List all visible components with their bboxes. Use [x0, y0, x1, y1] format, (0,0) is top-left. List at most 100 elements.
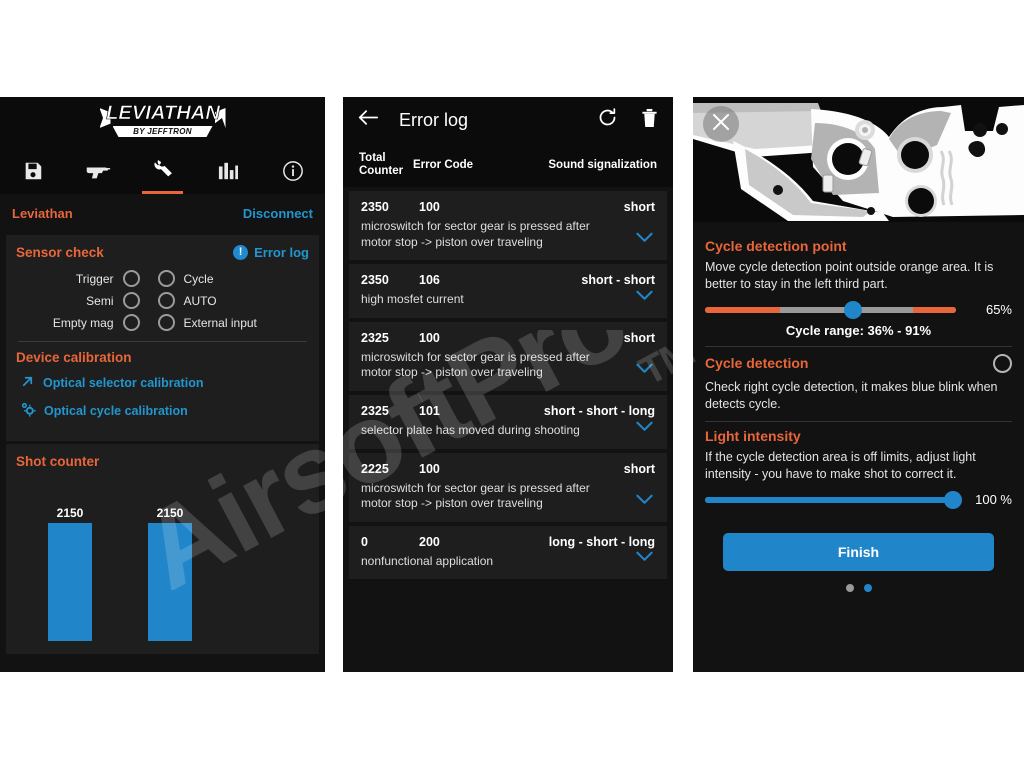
tab-bar — [0, 147, 325, 194]
cycle-detection-description: Check right cycle detection, it makes bl… — [705, 380, 998, 411]
sensor-indicator-external-input — [157, 314, 175, 331]
error-counter: 2350 — [361, 200, 389, 214]
error-log-row[interactable]: 2350 100 short microswitch for sector ge… — [349, 191, 667, 261]
refresh-icon[interactable] — [597, 107, 618, 133]
light-intensity-slider[interactable] — [705, 490, 963, 509]
app-screen-cycle-calibration: Cycle detection point Move cycle detecti… — [693, 97, 1024, 672]
page-title: Error log — [399, 109, 469, 130]
error-counter: 2225 — [361, 461, 389, 476]
chevron-down-icon[interactable] — [636, 549, 653, 567]
chart-bar — [148, 523, 192, 641]
error-description: selector plate has moved during shooting — [361, 422, 580, 437]
error-row-header: 0 200 long - short - long — [361, 535, 655, 549]
error-description: microswitch for sector gear is pressed a… — [361, 480, 590, 511]
device-name: Leviathan — [12, 205, 73, 221]
error-description: high mosfet current — [361, 292, 464, 307]
light-intensity-slider-thumb[interactable] — [944, 490, 963, 509]
chevron-down-icon[interactable] — [636, 361, 653, 379]
error-log-row[interactable]: 2225 100 short microswitch for sector ge… — [349, 452, 667, 522]
slider-zone-low — [705, 306, 781, 313]
light-intensity-slider-row: 100 % — [705, 490, 1012, 509]
device-status-row: Leviathan Disconnect — [0, 194, 325, 232]
screenshot-root: AirsoftPro TM LEVIATHAN BY JEFFTRON — [0, 0, 1024, 768]
sensor-label-external-input: External input — [183, 315, 257, 330]
exclamation-icon: ! — [233, 245, 249, 260]
cycle-detection-header: Cycle detection — [705, 353, 1012, 373]
chevron-down-icon[interactable] — [636, 288, 653, 306]
error-row-header: 2325 101 short - short - long — [361, 404, 655, 418]
column-header-total-line2: Counter — [359, 165, 404, 177]
error-sound: long - short - long — [548, 534, 655, 549]
error-code: 101 — [419, 403, 440, 418]
tab-statistics[interactable] — [195, 147, 260, 194]
cycle-detection-point-title: Cycle detection point — [705, 238, 847, 254]
sensor-row: Empty mag External input — [16, 314, 309, 331]
close-button[interactable] — [703, 106, 739, 142]
chart-bar — [48, 523, 92, 641]
chart-bar-value: 2150 — [156, 506, 184, 520]
error-counter: 2325 — [361, 403, 389, 418]
error-counter: 0 — [361, 534, 368, 549]
error-description: microswitch for sector gear is pressed a… — [361, 349, 590, 380]
chart-bar-value: 2150 — [56, 506, 84, 520]
bar-chart-icon — [217, 161, 239, 181]
tab-tools[interactable] — [130, 147, 195, 194]
tab-gun[interactable] — [65, 147, 130, 194]
light-intensity-title: Light intensity — [705, 428, 801, 444]
sensor-indicator-semi — [122, 292, 140, 309]
back-arrow-icon[interactable] — [357, 108, 379, 132]
error-row-header: 2225 100 short — [361, 462, 655, 476]
gearbox-illustration — [693, 97, 1024, 222]
sensor-indicator-auto — [157, 292, 175, 309]
error-log-list: 2350 100 short microswitch for sector ge… — [343, 191, 673, 580]
tab-info[interactable] — [260, 147, 325, 194]
tab-save[interactable] — [0, 147, 65, 194]
shot-counter-chart: 2150 2150 — [16, 491, 309, 641]
cycle-point-slider-thumb[interactable] — [844, 300, 863, 319]
info-icon — [282, 160, 304, 182]
trash-icon[interactable] — [640, 107, 659, 133]
page-indicator-dots — [705, 584, 1012, 592]
error-log-row[interactable]: 0 200 long - short - long nonfunctional … — [349, 525, 667, 580]
chevron-down-icon[interactable] — [636, 230, 653, 248]
cycle-point-slider[interactable] — [705, 300, 956, 319]
chevron-down-icon[interactable] — [636, 492, 653, 510]
column-header-total-counter: Total Counter — [359, 152, 405, 178]
error-log-appbar: Error log — [343, 97, 673, 143]
disconnect-button[interactable]: Disconnect — [243, 206, 313, 221]
error-sound: short — [623, 330, 655, 345]
optical-selector-calibration-button[interactable]: Optical selector calibration — [20, 374, 309, 392]
sensor-check-header: Sensor check ! Error log — [16, 245, 309, 260]
error-sound: short — [623, 461, 655, 476]
optical-selector-calibration-label: Optical selector calibration — [43, 376, 204, 390]
divider — [705, 421, 1012, 422]
cycle-point-slider-value: 65% — [985, 302, 1012, 317]
column-header-error-code: Error Code — [413, 159, 474, 171]
cycle-range-text: Cycle range: 36% - 91% — [785, 323, 932, 338]
error-log-row[interactable]: 2325 101 short - short - long selector p… — [349, 394, 667, 449]
sensor-label-semi: Semi — [86, 293, 114, 308]
error-log-row[interactable]: 2350 106 short - short high mosfet curre… — [349, 264, 667, 318]
page-dot-active[interactable] — [863, 584, 872, 592]
error-log-button[interactable]: ! Error log — [233, 245, 309, 260]
error-sound: short - short - long — [543, 403, 655, 418]
page-dot[interactable] — [845, 584, 854, 592]
finish-button[interactable]: Finish — [723, 533, 994, 571]
cycle-calibration-body: Cycle detection point Move cycle detecti… — [693, 222, 1024, 592]
gun-icon — [85, 160, 111, 182]
error-log-label: Error log — [254, 245, 309, 260]
chevron-down-icon[interactable] — [636, 419, 653, 437]
cycle-detection-title: Cycle detection — [705, 355, 809, 371]
light-intensity-slider-value: 100 % — [975, 492, 1012, 507]
error-description: nonfunctional application — [361, 553, 494, 568]
close-icon — [712, 113, 730, 136]
sensor-row: Trigger Cycle — [16, 270, 309, 287]
error-log-row[interactable]: 2325 100 short microswitch for sector ge… — [349, 321, 667, 391]
sensor-check-card: Sensor check ! Error log Trigger Cycle S… — [6, 235, 319, 441]
error-code: 100 — [419, 200, 440, 214]
cycle-point-slider-row: 65% — [705, 300, 1012, 319]
optical-cycle-calibration-button[interactable]: Optical cycle calibration — [20, 401, 309, 420]
sensor-check-title: Sensor check — [16, 245, 104, 260]
error-sound: short - short — [581, 273, 655, 288]
error-counter: 2325 — [361, 330, 389, 345]
